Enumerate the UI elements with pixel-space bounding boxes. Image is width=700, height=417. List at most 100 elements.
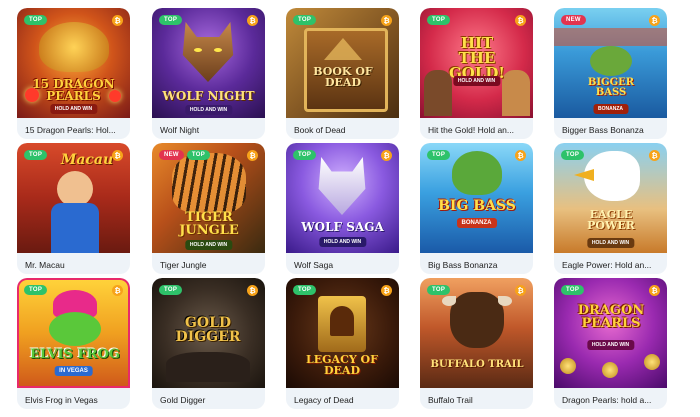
game-card-wolf-night[interactable]: WOLF NIGHT HOLD AND WIN TOP ₿ Wolf Night: [152, 8, 265, 139]
game-title: Hit the Gold! Hold an...: [428, 125, 514, 135]
badge-group: NEW TOP: [159, 150, 211, 160]
game-title: Mr. Macau: [25, 260, 65, 270]
game-card-mr-macau[interactable]: Macau TOP ₿ Mr. Macau: [17, 143, 130, 274]
badge-group: TOP: [561, 150, 585, 160]
game-title: Gold Digger: [160, 395, 206, 405]
game-logo-subtitle: HOLD AND WIN: [184, 240, 233, 250]
badge-group: TOP: [293, 15, 317, 25]
bitcoin-icon: ₿: [381, 285, 392, 296]
game-card-wolf-saga[interactable]: WOLF SAGA HOLD AND WIN TOP ₿ Wolf Saga: [286, 143, 399, 274]
game-logo-subtitle: HOLD AND WIN: [184, 105, 233, 115]
game-logo: GOLD DIGGER: [175, 315, 241, 345]
game-card-book-of-dead[interactable]: BOOK OF DEAD TOP ₿ Book of Dead: [286, 8, 399, 139]
game-logo: ELVIS FROG: [29, 347, 121, 362]
top-badge: TOP: [24, 150, 48, 160]
game-logo: BOOK OF DEAD: [313, 65, 373, 89]
game-logo-subtitle: HOLD AND WIN: [318, 237, 367, 247]
game-card-legacy-of-dead[interactable]: LEGACY OF DEAD TOP ₿ Legacy of Dead: [286, 278, 399, 409]
bitcoin-icon: ₿: [649, 150, 660, 161]
game-title: Wolf Night: [160, 125, 200, 135]
top-badge: TOP: [24, 15, 48, 25]
game-title: Wolf Saga: [294, 260, 334, 270]
game-logo: WOLF SAGA: [301, 220, 384, 234]
game-logo: TIGER JUNGLE: [179, 210, 239, 238]
bitcoin-icon: ₿: [247, 285, 258, 296]
bitcoin-icon: ₿: [515, 150, 526, 161]
top-badge: TOP: [293, 285, 317, 295]
game-card-15-dragon-pearls[interactable]: 15 DRAGON PEARLS HOLD AND WIN TOP ₿ 15 D…: [17, 8, 130, 139]
game-logo-subtitle: HOLD AND WIN: [586, 238, 635, 248]
bitcoin-icon: ₿: [247, 15, 258, 26]
top-badge: TOP: [186, 150, 211, 160]
game-logo-subtitle: HOLD AND WIN: [452, 76, 501, 86]
game-logo: DRAGON PEARLS: [577, 303, 645, 331]
top-badge: TOP: [427, 15, 451, 25]
bitcoin-icon: ₿: [515, 15, 526, 26]
game-logo-subtitle: BONANZA: [456, 218, 497, 228]
top-badge: TOP: [427, 150, 451, 160]
game-grid: 15 DRAGON PEARLS HOLD AND WIN TOP ₿ 15 D…: [0, 0, 700, 417]
top-badge: TOP: [159, 15, 183, 25]
top-badge: TOP: [293, 15, 317, 25]
game-logo: WOLF NIGHT: [162, 89, 255, 103]
top-badge: TOP: [159, 285, 183, 295]
badge-group: NEW: [561, 15, 586, 25]
badge-group: TOP: [427, 285, 451, 295]
game-logo: BUFFALO TRAIL: [430, 359, 524, 370]
bitcoin-icon: ₿: [381, 150, 392, 161]
game-card-hit-the-gold[interactable]: HIT THE GOLD! HOLD AND WIN TOP ₿ Hit the…: [420, 8, 533, 139]
bitcoin-icon: ₿: [247, 150, 258, 161]
game-logo-subtitle: HOLD AND WIN: [49, 104, 98, 114]
game-logo: BIGGER BASS: [587, 77, 635, 98]
game-card-bigger-bass-bonanza[interactable]: BIGGER BASS BONANZA NEW ₿ Bigger Bass Bo…: [554, 8, 667, 139]
top-badge: TOP: [293, 150, 317, 160]
new-badge: NEW: [561, 15, 586, 25]
bitcoin-icon: ₿: [381, 15, 392, 26]
badge-group: TOP: [293, 285, 317, 295]
game-logo-subtitle: BONANZA: [593, 104, 628, 114]
badge-group: TOP: [159, 15, 183, 25]
badge-group: TOP: [24, 15, 48, 25]
game-logo: LEGACY OF DEAD: [306, 353, 378, 377]
game-card-eagle-power[interactable]: EAGLE POWER HOLD AND WIN TOP ₿ Eagle Pow…: [554, 143, 667, 274]
game-card-elvis-frog[interactable]: ELVIS FROG IN VEGAS TOP ₿ Elvis Frog in …: [17, 278, 130, 409]
game-card-big-bass-bonanza[interactable]: BIG BASS BONANZA TOP ₿ Big Bass Bonanza: [420, 143, 533, 274]
top-badge: TOP: [561, 150, 585, 160]
game-logo: EAGLE POWER: [587, 208, 635, 232]
game-title: Buffalo Trail: [428, 395, 473, 405]
game-title: Bigger Bass Bonanza: [562, 125, 644, 135]
game-card-tiger-jungle[interactable]: TIGER JUNGLE HOLD AND WIN NEW TOP ₿ Tige…: [152, 143, 265, 274]
badge-group: TOP: [293, 150, 317, 160]
game-title: Elvis Frog in Vegas: [25, 395, 98, 405]
badge-group: TOP: [24, 150, 48, 160]
game-card-dragon-pearls[interactable]: DRAGON PEARLS HOLD AND WIN TOP ₿ Dragon …: [554, 278, 667, 409]
game-title: Big Bass Bonanza: [428, 260, 498, 270]
game-logo-subtitle: HOLD AND WIN: [586, 340, 635, 350]
game-title: 15 Dragon Pearls: Hol...: [25, 125, 116, 135]
game-card-gold-digger[interactable]: GOLD DIGGER TOP ₿ Gold Digger: [152, 278, 265, 409]
badge-group: TOP: [427, 15, 451, 25]
game-logo: BIG BASS: [438, 198, 516, 214]
bitcoin-icon: ₿: [112, 285, 123, 296]
new-badge: NEW: [159, 150, 184, 160]
game-title: Tiger Jungle: [160, 260, 207, 270]
game-logo: HIT THE GOLD!: [448, 34, 505, 82]
badge-group: TOP: [159, 285, 183, 295]
top-badge: TOP: [427, 285, 451, 295]
game-card-buffalo-trail[interactable]: BUFFALO TRAIL TOP ₿ Buffalo Trail: [420, 278, 533, 409]
bitcoin-icon: ₿: [112, 150, 123, 161]
game-title: Legacy of Dead: [294, 395, 354, 405]
top-badge: TOP: [561, 285, 585, 295]
bitcoin-icon: ₿: [649, 285, 660, 296]
game-logo: 15 DRAGON PEARLS: [32, 77, 115, 103]
game-logo-subtitle: IN VEGAS: [54, 366, 93, 376]
top-badge: TOP: [24, 285, 48, 295]
bitcoin-icon: ₿: [515, 285, 526, 296]
bitcoin-icon: ₿: [649, 15, 660, 26]
bitcoin-icon: ₿: [112, 15, 123, 26]
badge-group: TOP: [561, 285, 585, 295]
game-title: Eagle Power: Hold an...: [562, 260, 652, 270]
badge-group: TOP: [24, 285, 48, 295]
game-title: Dragon Pearls: hold a...: [562, 395, 652, 405]
game-title: Book of Dead: [294, 125, 346, 135]
